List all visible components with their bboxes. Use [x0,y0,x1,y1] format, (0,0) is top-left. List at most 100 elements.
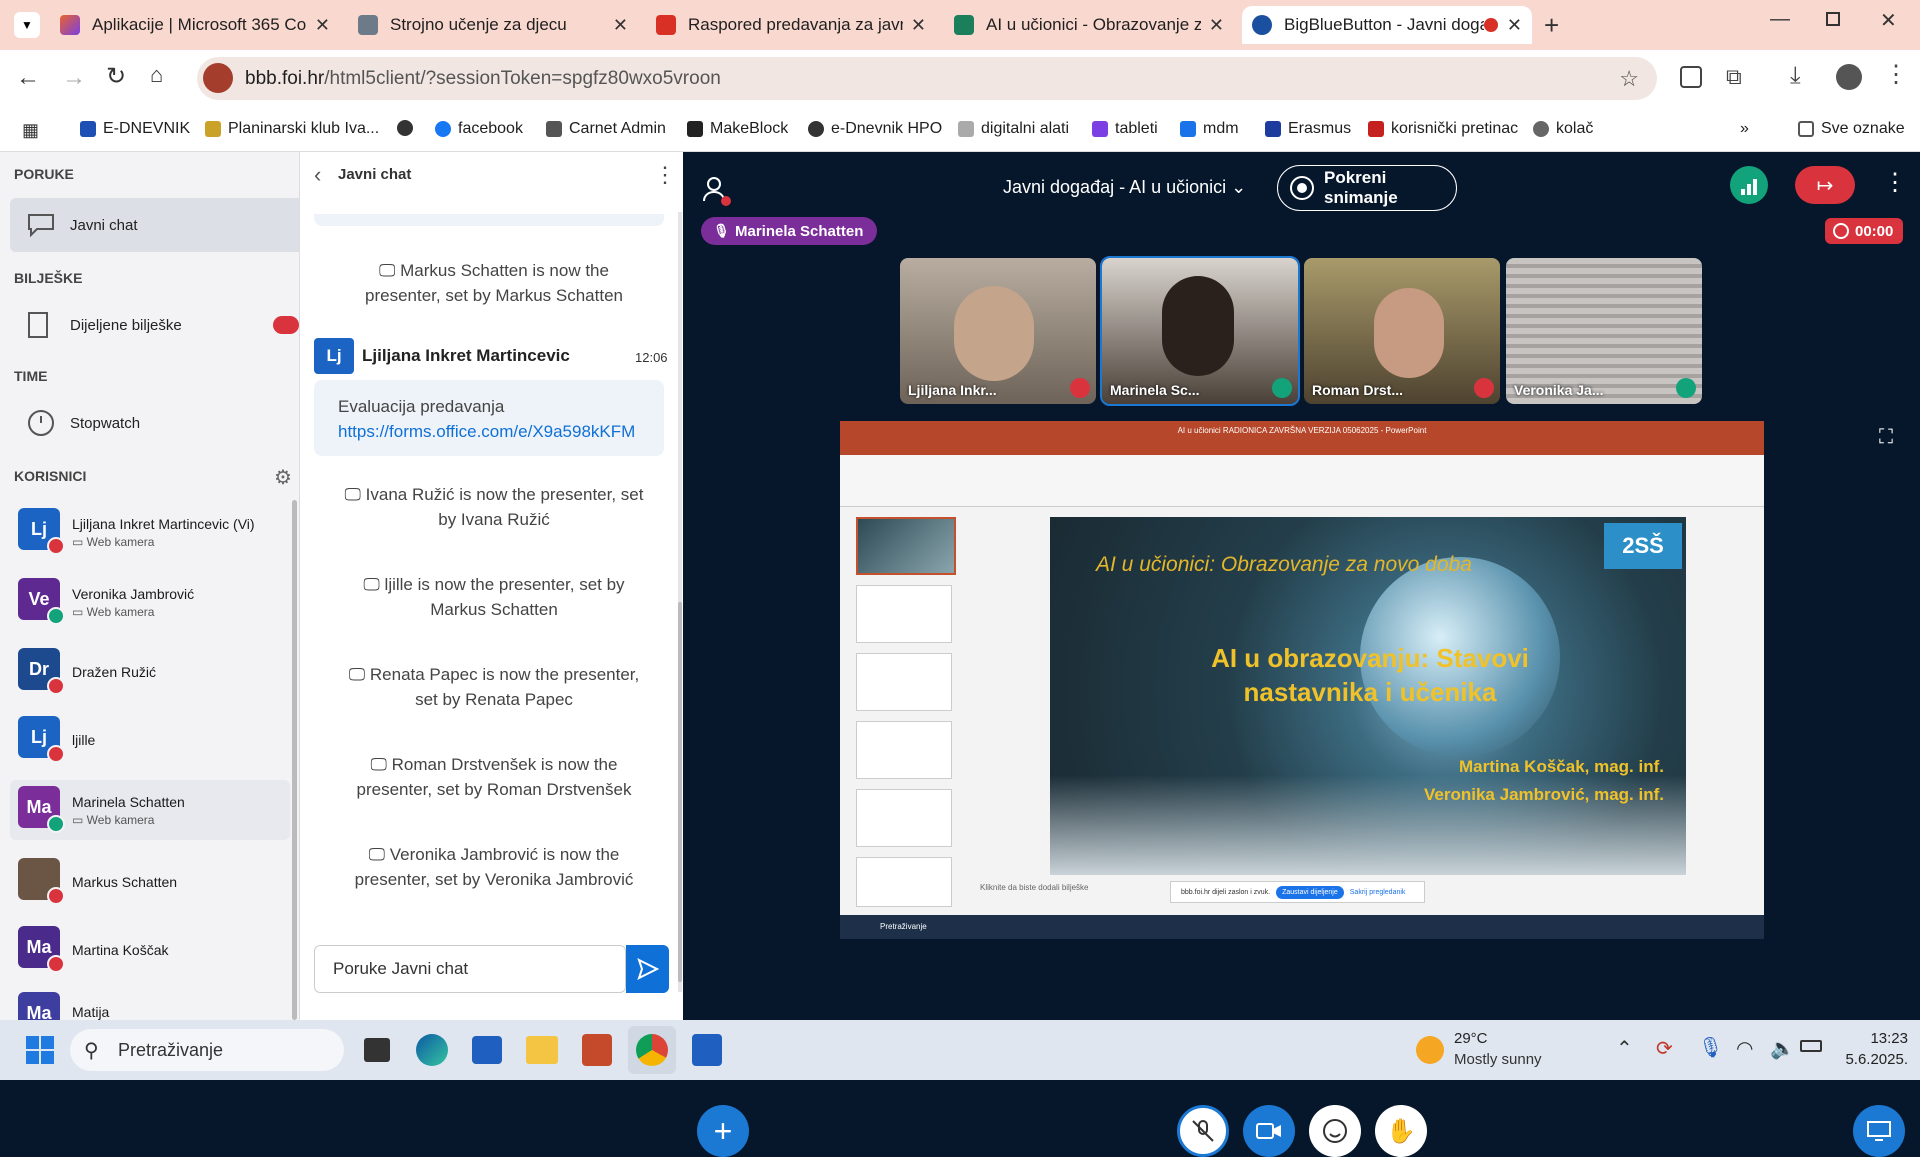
chrome-taskbar-item[interactable] [628,1026,676,1074]
menu-icon[interactable]: ⋮ [1884,60,1908,89]
powerpoint-icon[interactable] [582,1034,612,1066]
close-tab-icon[interactable]: ✕ [1507,15,1522,36]
video-tile[interactable]: Veronika Ja... [1506,258,1702,404]
download-icon[interactable]: ⤓ [1790,62,1801,90]
presentation-toggle-button[interactable] [1853,1105,1905,1157]
tab-ai-u-ucionici[interactable]: AI u učionici - Obrazovanje za ✕ [944,6,1234,44]
store-icon[interactable] [472,1036,502,1064]
bookmark-digitalni-alati[interactable]: digitalni alati [958,120,1069,138]
tab-microsoft-365[interactable]: Aplikacije | Microsoft 365 Copil ✕ [50,6,340,44]
edge-icon[interactable] [416,1034,448,1066]
site-info-icon[interactable] [203,63,233,93]
bookmark-makeblock[interactable]: MakeBlock [687,120,788,138]
fullscreen-icon[interactable]: ⛶ [1879,426,1893,449]
bookmark-mdm[interactable]: mdm [1180,120,1239,138]
options-menu-icon[interactable]: ⋮ [1883,168,1907,197]
send-button[interactable] [626,945,669,993]
file-explorer-icon[interactable] [526,1036,558,1064]
url-field[interactable]: bbb.foi.hr/html5client/?sessionToken=spg… [197,57,1657,100]
user-list-item[interactable]: Lj Ljiljana Inkret Martincevic (Vi) ▭ We… [18,502,288,562]
sidebar-item-stopwatch[interactable]: Stopwatch [10,396,299,450]
evaluation-link[interactable]: https://forms.office.com/e/X9a598kKFM [338,422,635,441]
mute-button[interactable] [1177,1105,1229,1157]
chat-scroll-track[interactable] [678,212,682,992]
extensions-icon[interactable]: ⧉ [1726,64,1742,90]
video-tile[interactable]: Ljiljana Inkr... [900,258,1096,404]
word-icon[interactable] [692,1034,722,1066]
taskbar-search[interactable]: ⚲ Pretraživanje [70,1029,344,1071]
tab-search-icon[interactable]: ▼ [14,12,40,38]
tab-raspored[interactable]: Raspored predavanja za javni d✕ [646,6,936,44]
task-view-icon[interactable] [364,1038,390,1062]
reload-icon[interactable]: ↻ [106,62,126,91]
close-tab-icon[interactable]: ✕ [1209,15,1224,36]
user-list-item[interactable]: Ve Veronika Jambrović ▭ Web kamera [18,572,288,632]
microphone-icon[interactable]: 🎙 [1698,1035,1723,1060]
weather-icon[interactable] [1416,1036,1444,1064]
clock-date[interactable]: 5.6.2025. [1830,1051,1908,1068]
bookmark-kolac[interactable]: kolač [1533,120,1593,138]
actions-button[interactable]: + [697,1105,749,1157]
bookmark-star-icon[interactable]: ☆ [1619,66,1639,92]
chat-options-icon[interactable]: ⋮ [654,162,676,188]
all-bookmarks[interactable]: Sve oznake [1798,120,1905,138]
video-tile[interactable]: Roman Drst... [1304,258,1500,404]
user-list-toggle-icon[interactable] [699,174,731,206]
sidebar-item-shared-notes[interactable]: Dijeljene bilješke [10,298,299,352]
minimize-icon[interactable]: — [1770,8,1790,31]
connection-status-icon[interactable] [1730,166,1768,204]
user-list-item-selected[interactable]: Ma Marinela Schatten ▭ Web kamera [10,780,290,840]
apps-grid-icon[interactable]: ▦ [22,120,39,141]
back-icon[interactable]: ← [16,64,40,92]
chat-scroll-thumb[interactable] [678,602,682,982]
bookmark-globe[interactable] [397,120,420,136]
user-list-item[interactable]: Lj ljille [18,710,288,770]
sync-icon[interactable]: ⟳ [1656,1036,1673,1061]
camera-button[interactable] [1243,1105,1295,1157]
bookmark-tableti[interactable]: tableti [1092,120,1158,138]
raise-hand-button[interactable]: ✋ [1375,1105,1427,1157]
wifi-icon[interactable]: ◠ [1736,1036,1753,1061]
volume-icon[interactable]: 🔈 [1770,1036,1795,1061]
record-button[interactable]: Pokreni snimanje [1277,165,1457,211]
stop-sharing-button[interactable]: Zaustavi dijeljenje [1276,885,1344,899]
home-icon[interactable]: ⌂ [150,62,163,88]
close-tab-icon[interactable]: ✕ [911,15,926,36]
new-tab-icon[interactable]: + [1544,10,1559,41]
chat-input[interactable]: Poruke Javni chat [314,945,626,993]
user-list-item[interactable]: Markus Schatten [18,852,288,912]
user-list-scrollbar[interactable] [292,500,297,1020]
battery-icon[interactable] [1800,1040,1822,1052]
screen-share[interactable]: AI u učionici RADIONICA ZAVRŠNA VERZIJA … [840,421,1764,939]
bookmark-facebook[interactable]: facebook [435,120,523,138]
tab-strojno-ucenje[interactable]: Strojno učenje za djecu ✕ [348,6,638,44]
cast-icon[interactable] [1680,66,1702,88]
bookmark-e-dnevnik[interactable]: E-DNEVNIK [80,120,190,138]
close-tab-icon[interactable]: ✕ [613,15,628,36]
tab-bigbluebutton[interactable]: BigBlueButton - Javni događ ✕ [1242,6,1532,44]
bookmark-erasmus[interactable]: Erasmus [1265,120,1351,138]
user-list-item[interactable]: Ma Martina Koščak [18,920,288,980]
maximize-icon[interactable] [1826,12,1840,26]
close-tab-icon[interactable]: ✕ [315,15,330,36]
bookmark-carnet[interactable]: Carnet Admin [546,120,666,138]
gear-icon[interactable]: ⚙ [274,465,292,490]
user-list-item[interactable]: Dr Dražen Ružić [18,642,288,702]
leave-meeting-button[interactable]: ↦ [1795,166,1855,204]
bookmark-e-dnevnik-hpo[interactable]: e-Dnevnik HPO [808,120,942,138]
talking-indicator[interactable]: 🎙 Marinela Schatten [701,217,878,245]
bookmark-korisnicki-pretinac[interactable]: korisnički pretinac [1368,120,1518,138]
profile-avatar[interactable] [1836,64,1862,90]
clock-time[interactable]: 13:23 [1848,1030,1908,1047]
forward-icon[interactable]: → [62,64,86,92]
video-tile[interactable]: Marinela Sc... [1100,256,1300,406]
meeting-title[interactable]: Javni događaj - AI u učionici ⌄ [1003,177,1246,198]
close-window-icon[interactable]: ✕ [1880,8,1897,33]
reactions-button[interactable] [1309,1105,1361,1157]
windows-start-icon[interactable] [26,1036,54,1064]
hide-button[interactable]: Sakrij pregledanik [1350,889,1406,896]
user-list-item[interactable]: Ma Matija [18,986,288,1020]
tray-chevron-icon[interactable]: ⌃ [1616,1036,1633,1061]
bookmarks-overflow-icon[interactable]: » [1740,120,1749,138]
chevron-left-icon[interactable]: ‹ [314,162,321,188]
